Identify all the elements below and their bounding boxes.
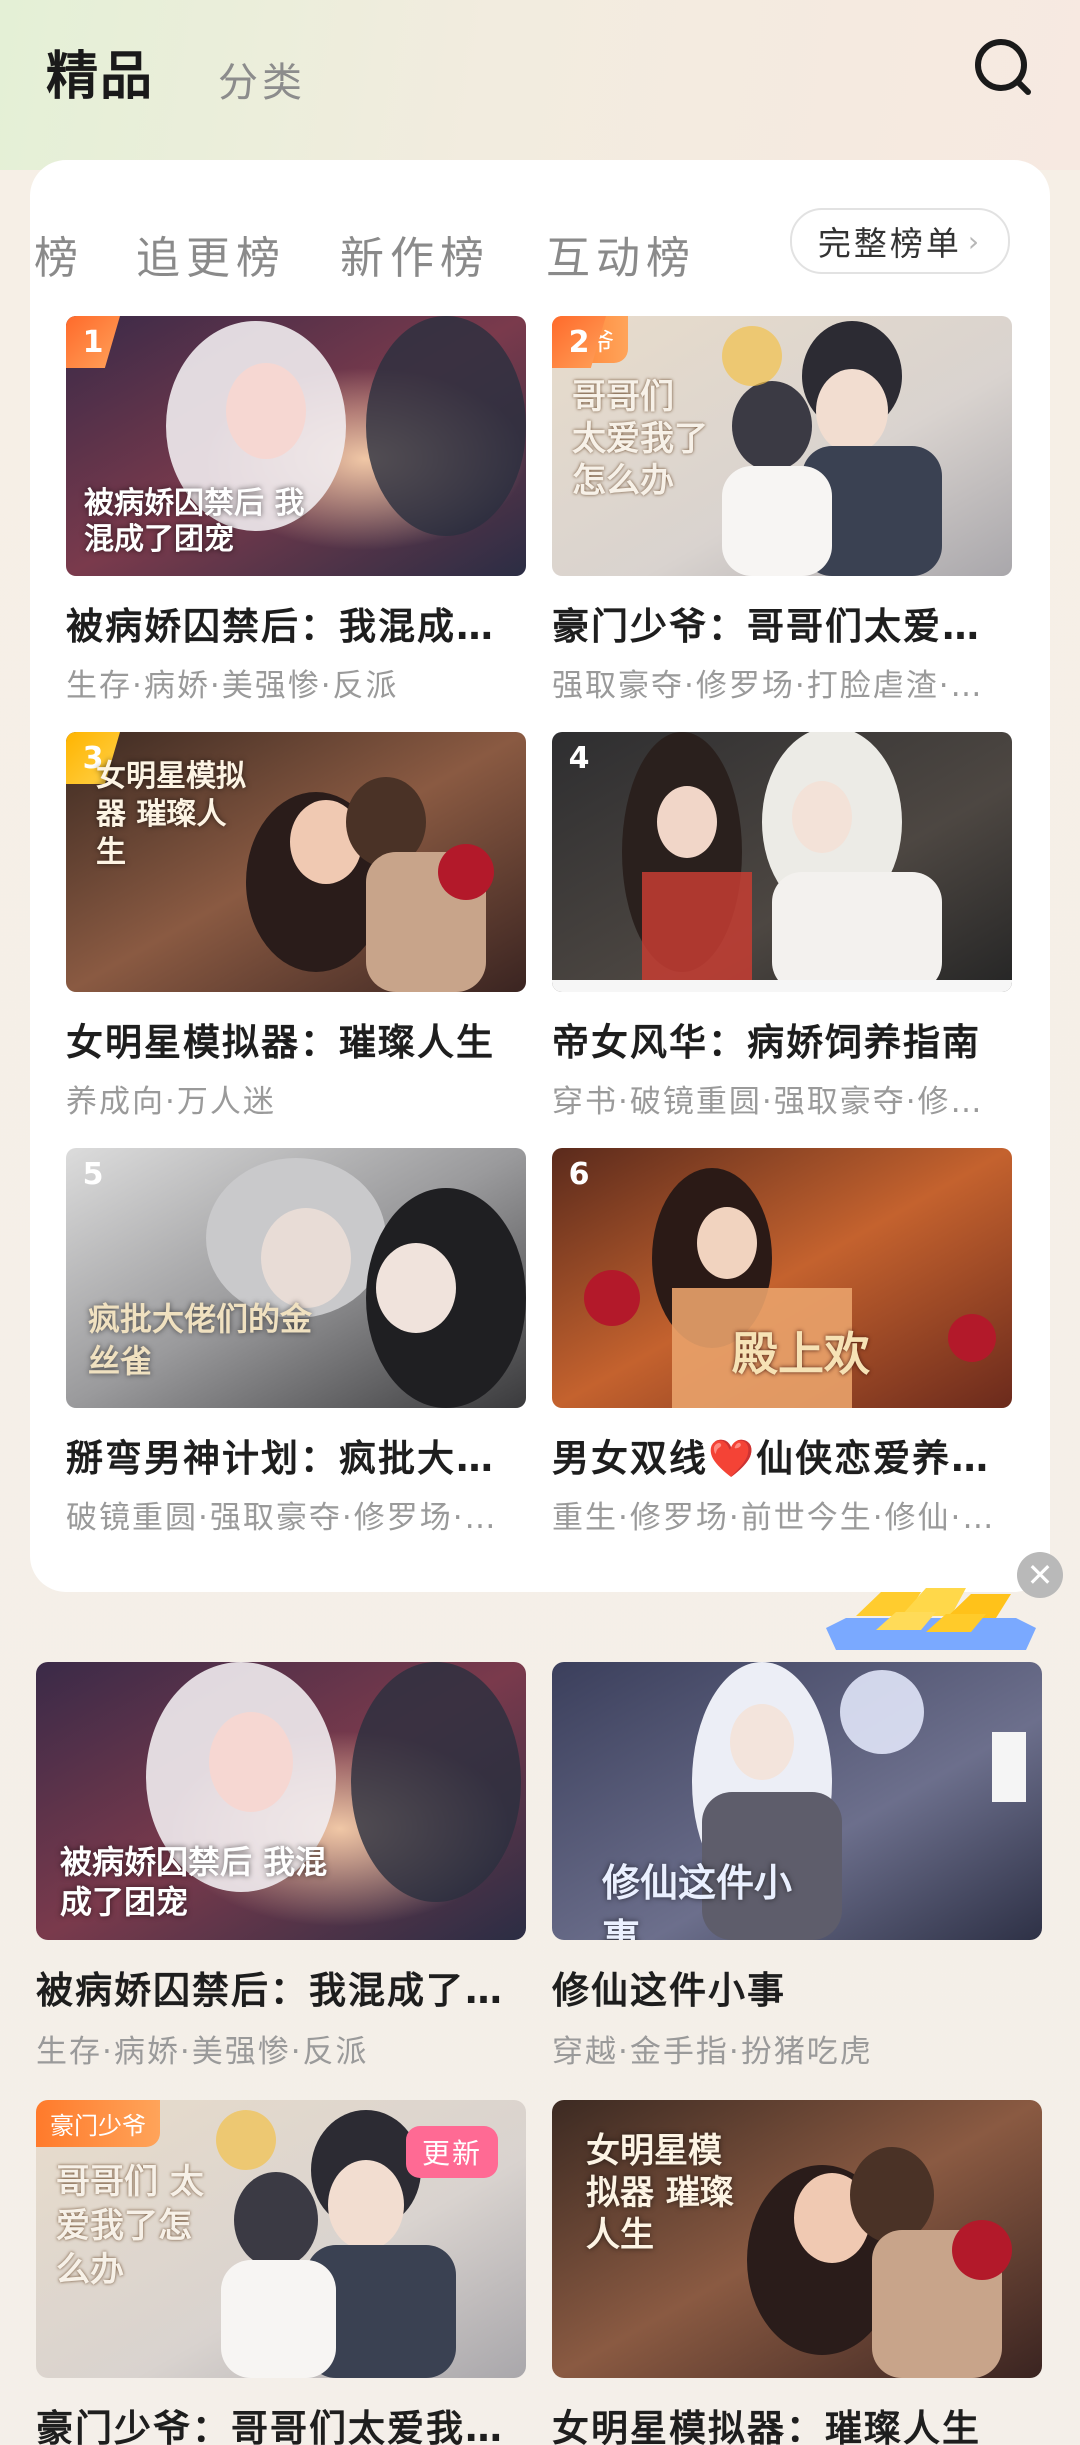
tab-rank-updates[interactable]: 追更榜 [136,222,286,286]
item-title: 被病娇囚禁后：我混成了… [36,1969,504,2012]
rank-item[interactable]: 少爷 2 哥哥们 太爱我了怎么办 豪门少爷：哥哥们太爱… 强取豪夺·修罗场·打脸… [552,316,1012,705]
tab-rank-new[interactable]: 新作榜 [340,222,490,286]
top-header: 精品 分类 [0,0,1080,150]
cover-image: 5 疯批大佬们的金丝雀 [66,1148,526,1408]
cover-corner-label: 豪门少爷 [36,2100,160,2147]
item-title: 被病娇囚禁后：我混成… [66,605,495,648]
feed-item[interactable]: 豪门少爷 更新 哥哥们 太爱我了怎么办 豪门少爷：哥哥们太爱我… [36,2100,526,2445]
item-tags: 生存·病娇·美强惨·反派 [36,2034,369,2070]
full-list-label: 完整榜单 [817,224,962,263]
item-title: 男女双线❤️仙侠恋爱养… [552,1437,991,1480]
rank-item[interactable]: 4 帝女风华：病娇饲养指南 穿书·破镜重圆·强取豪夺·修… [552,732,1012,1121]
tab-category[interactable]: 分类 [218,50,306,108]
item-title: 帝女风华：病娇饲养指南 [552,1021,981,1064]
item-title: 豪门少爷：哥哥们太爱我… [36,2407,504,2445]
search-icon[interactable] [972,36,1034,98]
feed-item[interactable]: 女明星模拟器 璀璨人生 女明星模拟器：璀璨人生 [552,2100,1042,2445]
cover-image: 3 女明星模拟器 璀璨人生 [66,732,526,992]
cover-title-art: 殿上欢 [732,1327,870,1381]
item-tags: 穿越·金手指·扮猪吃虎 [552,2034,873,2070]
cover-title-art: 哥哥们 太爱我了怎么办 [572,377,708,501]
full-list-button[interactable]: 完整榜单 › [790,208,1010,274]
item-tags: 重生·修罗场·前世今生·修仙·… [552,1500,996,1536]
cover-image: 4 [552,732,1012,992]
rank-item[interactable]: 3 女明星模拟器 璀璨人生 女明星模拟器：璀璨人生 养成向·万人迷 [66,732,526,1121]
tab-featured[interactable]: 精品 [46,34,154,109]
item-tags: 强取豪夺·修罗场·打脸虐渣·… [552,668,984,704]
item-tags: 养成向·万人迷 [66,1084,276,1120]
item-title: 女明星模拟器：璀璨人生 [66,1021,495,1064]
rank-item[interactable]: 1 被病娇囚禁后 我混成了团宠 被病娇囚禁后：我混成… 生存·病娇·美强惨·反派 [66,316,526,705]
feed-item[interactable]: 修仙这件小事 修仙这件小事 穿越·金手指·扮猪吃虎 [552,1662,1042,2071]
cover-title-art: 女明星模拟器 璀璨人生 [586,2131,734,2255]
item-title: 女明星模拟器：璀璨人生 [552,2407,981,2445]
cover-image: 女明星模拟器 璀璨人生 [552,2100,1042,2378]
cover-image: 修仙这件小事 [552,1662,1042,1940]
rank-item[interactable]: 5 疯批大佬们的金丝雀 掰弯男神计划：疯批大… 破镜重圆·强取豪夺·修罗场·… [66,1148,526,1537]
cover-image: 6 殿上欢 [552,1148,1012,1408]
item-tags: 破镜重圆·强取豪夺·修罗场·… [66,1500,498,1536]
cover-image: 少爷 2 哥哥们 太爱我了怎么办 [552,316,1012,576]
tab-rank-interactive[interactable]: 互动榜 [546,222,696,286]
item-tags: 生存·病娇·美强惨·反派 [66,668,399,704]
ranking-card: 榜 追更榜 新作榜 互动榜 完整榜单 › 1 被病娇囚禁后 我混成了团宠 被病娇… [30,160,1050,1592]
cover-title-art: 被病娇囚禁后 我混成了团宠 [84,486,305,557]
rank-item[interactable]: 6 殿上欢 男女双线❤️仙侠恋爱养… 重生·修罗场·前世今生·修仙·… [552,1148,1012,1537]
update-badge: 更新 [405,2126,498,2178]
cover-title-art: 修仙这件小事 [602,1861,793,1940]
cover-title-art: 哥哥们 太爱我了怎么办 [56,2162,204,2290]
item-tags: 穿书·破镜重圆·强取豪夺·修… [552,1084,984,1120]
cover-image: 1 被病娇囚禁后 我混成了团宠 [66,316,526,576]
cover-image: 豪门少爷 更新 哥哥们 太爱我了怎么办 [36,2100,526,2378]
item-title: 掰弯男神计划：疯批大… [66,1437,495,1480]
cover-title-art: 疯批大佬们的金丝雀 [88,1300,313,1380]
item-title: 修仙这件小事 [552,1969,786,2012]
cover-title-art: 女明星模拟器 璀璨人生 [96,759,246,870]
chevron-right-icon: › [967,224,983,258]
tab-rank-partial[interactable]: 榜 [34,222,84,286]
gold-bars-icon[interactable] [826,1578,1036,1650]
cover-title-art: 被病娇囚禁后 我混成了团宠 [60,1843,328,1921]
cover-image: 被病娇囚禁后 我混成了团宠 [36,1662,526,1940]
item-title: 豪门少爷：哥哥们太爱… [552,605,981,648]
feed-item[interactable]: 被病娇囚禁后 我混成了团宠 被病娇囚禁后：我混成了… 生存·病娇·美强惨·反派 [36,1662,526,2071]
